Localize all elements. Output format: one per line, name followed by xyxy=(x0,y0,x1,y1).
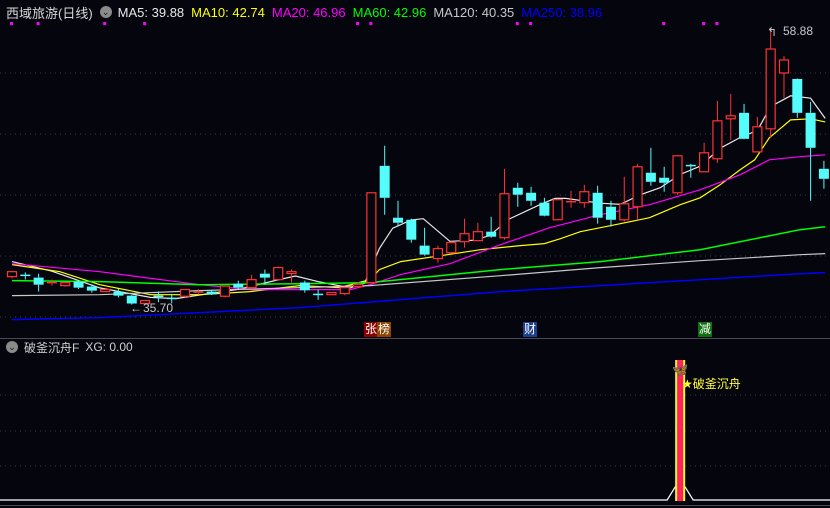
ma60-label: MA60: 42.96 xyxy=(352,4,427,20)
high-arrow-icon: ↰ xyxy=(767,25,777,39)
candle-down xyxy=(792,78,803,113)
ma-line-ma5 xyxy=(11,95,826,300)
candle-down xyxy=(73,281,84,288)
candle-up xyxy=(179,288,191,297)
candle-down xyxy=(539,202,550,216)
low-price-label: 35.70 xyxy=(143,301,174,315)
candle-up xyxy=(246,279,257,289)
ma-line-ma20 xyxy=(11,154,826,291)
candle-up xyxy=(632,166,643,208)
candle-down xyxy=(33,277,44,285)
candle-up xyxy=(6,271,18,278)
candle-up xyxy=(273,266,284,281)
tag-cai[interactable]: 财 xyxy=(523,322,538,337)
candle-down xyxy=(299,282,310,291)
candle-down xyxy=(206,291,217,295)
candle-up xyxy=(352,283,364,288)
signal-bar xyxy=(679,360,682,501)
indicator-value: XG: 0.00 xyxy=(85,340,133,354)
stock-title: 西域旅游(日线) xyxy=(6,5,93,21)
chevron-down-icon[interactable]: ⌄ xyxy=(99,6,112,18)
candle-down xyxy=(379,165,390,198)
candle-down xyxy=(486,231,497,237)
signal-dot xyxy=(356,22,360,25)
stock-chart-window: ↰ ← 🦋 西域旅游(日线) ⌄ MA5: 39.88 MA10: 42.74 MA… xyxy=(0,0,830,508)
low-arrow-icon: ← xyxy=(130,301,142,315)
candle-up xyxy=(432,248,444,260)
indicator-name: 破釜沉舟F xyxy=(24,340,80,355)
signal-dot xyxy=(143,22,147,25)
candle-down xyxy=(526,192,537,201)
candle-up xyxy=(778,59,790,74)
signal-dot xyxy=(662,22,666,25)
candle-down xyxy=(739,112,750,139)
candle-down xyxy=(818,168,829,179)
candle-down xyxy=(86,286,97,291)
xg-line xyxy=(0,486,830,501)
ma250-label: MA250: 38.96 xyxy=(521,4,603,20)
candle-down xyxy=(233,283,244,288)
candle-up xyxy=(326,291,337,296)
ma120-label: MA120: 40.35 xyxy=(433,4,515,20)
candle-down xyxy=(805,112,816,148)
candle-down xyxy=(392,217,403,223)
signal-dot xyxy=(702,22,706,25)
candle-down xyxy=(406,219,417,240)
high-price-label: 58.88 xyxy=(783,24,814,38)
candle-up xyxy=(366,192,377,284)
candle-up xyxy=(446,242,457,254)
candle-down xyxy=(592,192,603,218)
candle-down xyxy=(259,273,270,278)
candlestick-chart[interactable]: ↰←🦋 xyxy=(0,0,830,508)
candle-down xyxy=(645,172,656,182)
signal-dot xyxy=(515,22,519,25)
candle-up xyxy=(619,203,630,221)
ma10-label: MA10: 42.74 xyxy=(191,4,265,20)
candle-down xyxy=(605,206,616,220)
main-chart-header: 西域旅游(日线) ⌄ MA5: 39.88 MA10: 42.74 MA20: … xyxy=(6,3,609,21)
candle-up xyxy=(752,126,763,153)
candle-up xyxy=(579,191,590,204)
signal-dot xyxy=(10,22,13,25)
candle-up xyxy=(219,285,231,297)
candle-up xyxy=(712,120,723,160)
chevron-down-icon[interactable]: ⌄ xyxy=(6,341,18,353)
ma-line-ma120 xyxy=(11,253,826,297)
ma20-label: MA20: 46.96 xyxy=(271,4,346,20)
candle-down xyxy=(512,187,523,195)
signal-dot xyxy=(36,22,40,25)
tag-bang[interactable]: 榜 xyxy=(377,322,392,337)
candle-down xyxy=(659,177,670,183)
candle-up xyxy=(459,233,470,243)
candle-up xyxy=(552,199,563,221)
signal-dot xyxy=(715,22,719,25)
candle-up xyxy=(100,288,111,293)
tag-zhang[interactable]: 张 xyxy=(364,322,379,337)
signal-dot xyxy=(529,22,533,25)
candle-up xyxy=(699,152,710,173)
candle-up xyxy=(499,193,510,239)
indicator-header: ⌄ 破釜沉舟F XG: 0.00 xyxy=(6,339,133,355)
candle-up xyxy=(472,231,483,242)
ma5-label: MA5: 39.88 xyxy=(117,4,185,20)
signal-label: ★破釜沉舟 xyxy=(682,377,741,391)
candle-up xyxy=(725,115,736,120)
signal-dot xyxy=(369,22,373,25)
ma-line-ma10 xyxy=(11,118,826,296)
candle-up xyxy=(765,48,776,130)
candle-up xyxy=(672,155,683,194)
tag-jian[interactable]: 减 xyxy=(698,322,713,337)
candle-up xyxy=(339,287,350,295)
candle-up xyxy=(60,282,71,287)
candle-up xyxy=(286,271,297,275)
candle-down xyxy=(113,291,124,296)
signal-dot xyxy=(103,22,107,25)
candle-down xyxy=(419,245,430,255)
